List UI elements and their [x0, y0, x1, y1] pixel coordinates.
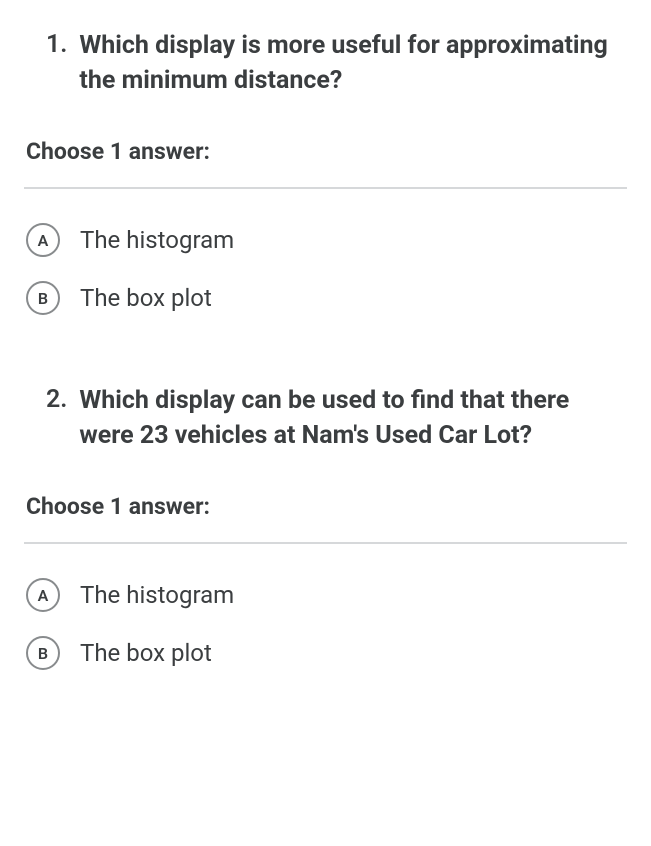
- option-letter-circle: A: [26, 578, 60, 612]
- option-label: The box plot: [80, 284, 212, 312]
- question-1-option-b[interactable]: B The box plot: [24, 269, 627, 327]
- question-2-instruction: Choose 1 answer:: [24, 493, 627, 520]
- question-2-text: Which display can be used to find that t…: [79, 383, 627, 453]
- option-letter-circle: A: [26, 223, 60, 257]
- question-1-number: 1.: [46, 28, 67, 62]
- option-letter-circle: B: [26, 281, 60, 315]
- question-2-block: 2. Which display can be used to find tha…: [24, 383, 627, 682]
- question-2-option-a[interactable]: A The histogram: [24, 566, 627, 624]
- question-1-block: 1. Which display is more useful for appr…: [24, 28, 627, 327]
- question-2-option-b[interactable]: B The box plot: [24, 624, 627, 682]
- option-letter-circle: B: [26, 636, 60, 670]
- question-1-instruction: Choose 1 answer:: [24, 138, 627, 165]
- question-1-option-a[interactable]: A The histogram: [24, 211, 627, 269]
- option-label: The box plot: [80, 639, 212, 667]
- question-2-divider: [24, 542, 627, 544]
- question-1-row: 1. Which display is more useful for appr…: [24, 28, 627, 98]
- question-2-row: 2. Which display can be used to find tha…: [24, 383, 627, 453]
- question-1-divider: [24, 187, 627, 189]
- option-label: The histogram: [80, 226, 234, 254]
- option-label: The histogram: [80, 581, 234, 609]
- question-2-number: 2.: [46, 383, 67, 417]
- question-1-text: Which display is more useful for approxi…: [79, 28, 627, 98]
